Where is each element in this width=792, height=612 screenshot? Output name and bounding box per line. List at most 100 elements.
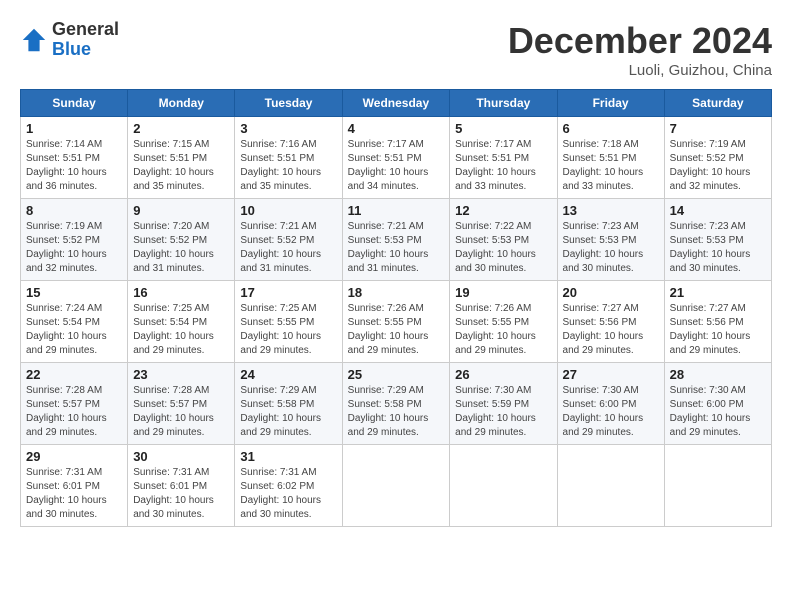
day-info: Sunrise: 7:24 AM Sunset: 5:54 PM Dayligh… bbox=[26, 302, 122, 358]
day-info: Sunrise: 7:27 AM Sunset: 5:56 PM Dayligh… bbox=[670, 302, 766, 358]
day-number: 10 bbox=[240, 203, 336, 218]
day-number: 6 bbox=[563, 121, 659, 136]
day-number: 5 bbox=[455, 121, 551, 136]
day-number: 17 bbox=[240, 285, 336, 300]
day-info: Sunrise: 7:29 AM Sunset: 5:58 PM Dayligh… bbox=[348, 384, 445, 440]
day-number: 9 bbox=[133, 203, 229, 218]
day-info: Sunrise: 7:23 AM Sunset: 5:53 PM Dayligh… bbox=[563, 220, 659, 276]
day-info: Sunrise: 7:28 AM Sunset: 5:57 PM Dayligh… bbox=[26, 384, 122, 440]
day-info: Sunrise: 7:15 AM Sunset: 5:51 PM Dayligh… bbox=[133, 138, 229, 194]
day-info: Sunrise: 7:25 AM Sunset: 5:54 PM Dayligh… bbox=[133, 302, 229, 358]
day-number: 29 bbox=[26, 449, 122, 464]
day-info: Sunrise: 7:31 AM Sunset: 6:02 PM Dayligh… bbox=[240, 466, 336, 522]
empty-cell bbox=[342, 445, 450, 527]
day-number: 4 bbox=[348, 121, 445, 136]
day-number: 3 bbox=[240, 121, 336, 136]
day-info: Sunrise: 7:17 AM Sunset: 5:51 PM Dayligh… bbox=[455, 138, 551, 194]
day-cell-9: 9 Sunrise: 7:20 AM Sunset: 5:52 PM Dayli… bbox=[128, 199, 235, 281]
day-cell-29: 29 Sunrise: 7:31 AM Sunset: 6:01 PM Dayl… bbox=[21, 445, 128, 527]
day-cell-21: 21 Sunrise: 7:27 AM Sunset: 5:56 PM Dayl… bbox=[664, 281, 771, 363]
day-cell-10: 10 Sunrise: 7:21 AM Sunset: 5:52 PM Dayl… bbox=[235, 199, 342, 281]
calendar-week-2: 8 Sunrise: 7:19 AM Sunset: 5:52 PM Dayli… bbox=[21, 199, 772, 281]
logo-general: General bbox=[52, 20, 119, 40]
day-cell-13: 13 Sunrise: 7:23 AM Sunset: 5:53 PM Dayl… bbox=[557, 199, 664, 281]
day-info: Sunrise: 7:19 AM Sunset: 5:52 PM Dayligh… bbox=[26, 220, 122, 276]
day-cell-24: 24 Sunrise: 7:29 AM Sunset: 5:58 PM Dayl… bbox=[235, 363, 342, 445]
logo: General Blue bbox=[20, 20, 119, 60]
calendar-week-3: 15 Sunrise: 7:24 AM Sunset: 5:54 PM Dayl… bbox=[21, 281, 772, 363]
day-cell-17: 17 Sunrise: 7:25 AM Sunset: 5:55 PM Dayl… bbox=[235, 281, 342, 363]
day-info: Sunrise: 7:30 AM Sunset: 5:59 PM Dayligh… bbox=[455, 384, 551, 440]
header-saturday: Saturday bbox=[664, 90, 771, 117]
day-cell-16: 16 Sunrise: 7:25 AM Sunset: 5:54 PM Dayl… bbox=[128, 281, 235, 363]
day-cell-26: 26 Sunrise: 7:30 AM Sunset: 5:59 PM Dayl… bbox=[450, 363, 557, 445]
day-number: 27 bbox=[563, 367, 659, 382]
day-info: Sunrise: 7:21 AM Sunset: 5:52 PM Dayligh… bbox=[240, 220, 336, 276]
day-cell-28: 28 Sunrise: 7:30 AM Sunset: 6:00 PM Dayl… bbox=[664, 363, 771, 445]
header-thursday: Thursday bbox=[450, 90, 557, 117]
day-cell-11: 11 Sunrise: 7:21 AM Sunset: 5:53 PM Dayl… bbox=[342, 199, 450, 281]
day-number: 22 bbox=[26, 367, 122, 382]
day-number: 8 bbox=[26, 203, 122, 218]
day-info: Sunrise: 7:19 AM Sunset: 5:52 PM Dayligh… bbox=[670, 138, 766, 194]
day-info: Sunrise: 7:18 AM Sunset: 5:51 PM Dayligh… bbox=[563, 138, 659, 194]
day-number: 19 bbox=[455, 285, 551, 300]
day-cell-12: 12 Sunrise: 7:22 AM Sunset: 5:53 PM Dayl… bbox=[450, 199, 557, 281]
day-cell-19: 19 Sunrise: 7:26 AM Sunset: 5:55 PM Dayl… bbox=[450, 281, 557, 363]
day-cell-31: 31 Sunrise: 7:31 AM Sunset: 6:02 PM Dayl… bbox=[235, 445, 342, 527]
day-cell-3: 3 Sunrise: 7:16 AM Sunset: 5:51 PM Dayli… bbox=[235, 117, 342, 199]
calendar: Sunday Monday Tuesday Wednesday Thursday… bbox=[20, 89, 772, 527]
day-info: Sunrise: 7:27 AM Sunset: 5:56 PM Dayligh… bbox=[563, 302, 659, 358]
day-cell-7: 7 Sunrise: 7:19 AM Sunset: 5:52 PM Dayli… bbox=[664, 117, 771, 199]
day-cell-6: 6 Sunrise: 7:18 AM Sunset: 5:51 PM Dayli… bbox=[557, 117, 664, 199]
day-info: Sunrise: 7:25 AM Sunset: 5:55 PM Dayligh… bbox=[240, 302, 336, 358]
day-info: Sunrise: 7:31 AM Sunset: 6:01 PM Dayligh… bbox=[26, 466, 122, 522]
day-info: Sunrise: 7:22 AM Sunset: 5:53 PM Dayligh… bbox=[455, 220, 551, 276]
day-number: 2 bbox=[133, 121, 229, 136]
day-number: 30 bbox=[133, 449, 229, 464]
page-header: General Blue December 2024 Luoli, Guizho… bbox=[20, 20, 772, 79]
day-number: 15 bbox=[26, 285, 122, 300]
day-cell-14: 14 Sunrise: 7:23 AM Sunset: 5:53 PM Dayl… bbox=[664, 199, 771, 281]
header-sunday: Sunday bbox=[21, 90, 128, 117]
day-cell-5: 5 Sunrise: 7:17 AM Sunset: 5:51 PM Dayli… bbox=[450, 117, 557, 199]
month-title: December 2024 bbox=[508, 20, 772, 62]
day-cell-4: 4 Sunrise: 7:17 AM Sunset: 5:51 PM Dayli… bbox=[342, 117, 450, 199]
day-info: Sunrise: 7:14 AM Sunset: 5:51 PM Dayligh… bbox=[26, 138, 122, 194]
day-info: Sunrise: 7:28 AM Sunset: 5:57 PM Dayligh… bbox=[133, 384, 229, 440]
day-number: 24 bbox=[240, 367, 336, 382]
day-cell-25: 25 Sunrise: 7:29 AM Sunset: 5:58 PM Dayl… bbox=[342, 363, 450, 445]
day-cell-1: 1 Sunrise: 7:14 AM Sunset: 5:51 PM Dayli… bbox=[21, 117, 128, 199]
day-cell-30: 30 Sunrise: 7:31 AM Sunset: 6:01 PM Dayl… bbox=[128, 445, 235, 527]
day-number: 12 bbox=[455, 203, 551, 218]
day-info: Sunrise: 7:20 AM Sunset: 5:52 PM Dayligh… bbox=[133, 220, 229, 276]
day-number: 21 bbox=[670, 285, 766, 300]
day-info: Sunrise: 7:26 AM Sunset: 5:55 PM Dayligh… bbox=[455, 302, 551, 358]
day-number: 14 bbox=[670, 203, 766, 218]
day-number: 11 bbox=[348, 203, 445, 218]
header-friday: Friday bbox=[557, 90, 664, 117]
day-info: Sunrise: 7:23 AM Sunset: 5:53 PM Dayligh… bbox=[670, 220, 766, 276]
day-info: Sunrise: 7:17 AM Sunset: 5:51 PM Dayligh… bbox=[348, 138, 445, 194]
day-cell-20: 20 Sunrise: 7:27 AM Sunset: 5:56 PM Dayl… bbox=[557, 281, 664, 363]
calendar-week-4: 22 Sunrise: 7:28 AM Sunset: 5:57 PM Dayl… bbox=[21, 363, 772, 445]
day-info: Sunrise: 7:26 AM Sunset: 5:55 PM Dayligh… bbox=[348, 302, 445, 358]
day-cell-15: 15 Sunrise: 7:24 AM Sunset: 5:54 PM Dayl… bbox=[21, 281, 128, 363]
day-info: Sunrise: 7:16 AM Sunset: 5:51 PM Dayligh… bbox=[240, 138, 336, 194]
day-number: 28 bbox=[670, 367, 766, 382]
day-info: Sunrise: 7:30 AM Sunset: 6:00 PM Dayligh… bbox=[563, 384, 659, 440]
day-info: Sunrise: 7:21 AM Sunset: 5:53 PM Dayligh… bbox=[348, 220, 445, 276]
day-number: 20 bbox=[563, 285, 659, 300]
calendar-week-5: 29 Sunrise: 7:31 AM Sunset: 6:01 PM Dayl… bbox=[21, 445, 772, 527]
logo-text: General Blue bbox=[52, 20, 119, 60]
location: Luoli, Guizhou, China bbox=[508, 62, 772, 79]
title-block: December 2024 Luoli, Guizhou, China bbox=[508, 20, 772, 79]
day-number: 1 bbox=[26, 121, 122, 136]
calendar-week-1: 1 Sunrise: 7:14 AM Sunset: 5:51 PM Dayli… bbox=[21, 117, 772, 199]
header-wednesday: Wednesday bbox=[342, 90, 450, 117]
day-number: 26 bbox=[455, 367, 551, 382]
day-number: 16 bbox=[133, 285, 229, 300]
day-cell-23: 23 Sunrise: 7:28 AM Sunset: 5:57 PM Dayl… bbox=[128, 363, 235, 445]
day-cell-22: 22 Sunrise: 7:28 AM Sunset: 5:57 PM Dayl… bbox=[21, 363, 128, 445]
empty-cell bbox=[450, 445, 557, 527]
